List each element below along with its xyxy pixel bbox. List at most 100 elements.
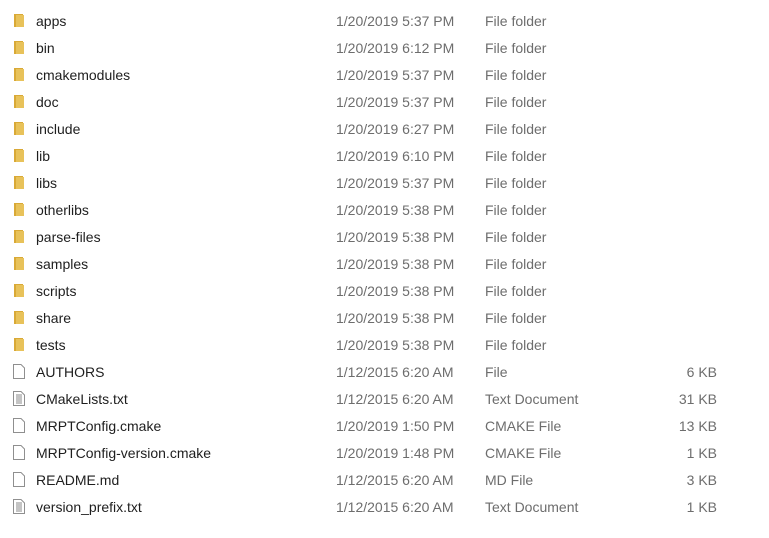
file-size: 3 KB xyxy=(686,472,717,488)
file-size: 13 KB xyxy=(678,418,717,434)
file-type: File folder xyxy=(485,121,547,137)
file-row[interactable]: bin 1/20/2019 6:12 PM File folder xyxy=(0,34,769,61)
file-name: tests xyxy=(36,337,66,353)
file-row[interactable]: share 1/20/2019 5:38 PM File folder xyxy=(0,304,769,331)
folder-icon xyxy=(13,229,25,244)
folder-icon xyxy=(13,202,25,217)
file-icon xyxy=(13,364,25,379)
file-type: Text Document xyxy=(485,499,579,515)
date-modified: 1/20/2019 1:48 PM xyxy=(336,445,455,461)
file-row[interactable]: version_prefix.txt 1/12/2015 6:20 AM Text … xyxy=(0,493,769,520)
file-size: 31 KB xyxy=(678,391,717,407)
date-modified: 1/20/2019 5:37 PM xyxy=(336,13,455,29)
file-name: parse-files xyxy=(36,229,101,245)
file-name: samples xyxy=(36,256,89,272)
file-name: bin xyxy=(36,40,55,56)
file-name: include xyxy=(36,121,81,137)
file-row[interactable]: parse-files 1/20/2019 5:38 PM File folder xyxy=(0,223,769,250)
file-type: File folder xyxy=(485,229,547,245)
file-icon xyxy=(13,445,25,460)
date-modified: 1/20/2019 6:10 PM xyxy=(336,148,455,164)
file-row[interactable]: include 1/20/2019 6:27 PM File folder xyxy=(0,115,769,142)
date-modified: 1/20/2019 5:38 PM xyxy=(336,229,455,245)
file-row[interactable]: scripts 1/20/2019 5:38 PM File folder xyxy=(0,277,769,304)
file-type: CMAKE File xyxy=(485,418,562,434)
date-modified: 1/20/2019 6:27 PM xyxy=(336,121,455,137)
file-row[interactable]: samples 1/20/2019 5:38 PM File folder xyxy=(0,250,769,277)
date-modified: 1/20/2019 5:38 PM xyxy=(336,256,455,272)
file-name: share xyxy=(36,310,72,326)
file-type: File folder xyxy=(485,94,547,110)
file-name: README.md xyxy=(36,472,120,488)
date-modified: 1/20/2019 1:50 PM xyxy=(336,418,455,434)
file-name: apps xyxy=(36,13,67,29)
folder-icon xyxy=(13,148,25,163)
file-type: File folder xyxy=(485,40,547,56)
file-type: File xyxy=(485,364,508,380)
file-size: 1 KB xyxy=(686,499,717,515)
date-modified: 1/12/2015 6:20 AM xyxy=(336,499,454,515)
folder-icon xyxy=(13,94,25,109)
date-modified: 1/12/2015 6:20 AM xyxy=(336,391,454,407)
file-row[interactable]: apps 1/20/2019 5:37 PM File folder xyxy=(0,7,769,34)
file-type: File folder xyxy=(485,310,547,326)
file-row[interactable]: cmakemodules 1/20/2019 5:37 PM File folder xyxy=(0,61,769,88)
folder-icon xyxy=(13,67,25,82)
file-name: MRPTConfig.cmake xyxy=(36,418,162,434)
file-type: MD File xyxy=(485,472,534,488)
file-type: File folder xyxy=(485,202,547,218)
file-name: libs xyxy=(36,175,58,191)
date-modified: 1/20/2019 5:38 PM xyxy=(336,337,455,353)
file-row[interactable]: MRPTConfig.cmake 1/20/2019 1:50 PM CMAKE F… xyxy=(0,412,769,439)
file-name: lib xyxy=(36,148,51,164)
folder-icon xyxy=(13,175,25,190)
folder-icon xyxy=(13,256,25,271)
file-name: CMakeLists.txt xyxy=(36,391,128,407)
file-size: 6 KB xyxy=(686,364,717,380)
folder-icon xyxy=(13,310,25,325)
text-file-icon xyxy=(13,499,25,514)
file-row[interactable]: doc 1/20/2019 5:37 PM File folder xyxy=(0,88,769,115)
file-row[interactable]: CMakeLists.txt 1/12/2015 6:20 AM Text Docu… xyxy=(0,385,769,412)
file-name: cmakemodules xyxy=(36,67,131,83)
date-modified: 1/20/2019 5:37 PM xyxy=(336,67,455,83)
date-modified: 1/20/2019 5:37 PM xyxy=(336,94,455,110)
file-row[interactable]: libs 1/20/2019 5:37 PM File folder xyxy=(0,169,769,196)
date-modified: 1/12/2015 6:20 AM xyxy=(336,364,454,380)
folder-icon xyxy=(13,13,25,28)
folder-icon xyxy=(13,337,25,352)
file-type: File folder xyxy=(485,256,547,272)
file-icon xyxy=(13,472,25,487)
file-row[interactable]: tests 1/20/2019 5:38 PM File folder xyxy=(0,331,769,358)
date-modified: 1/20/2019 5:38 PM xyxy=(336,283,455,299)
date-modified: 1/20/2019 5:37 PM xyxy=(336,175,455,191)
file-name: AUTHORS xyxy=(36,364,105,380)
file-type: File folder xyxy=(485,175,547,191)
folder-icon xyxy=(13,121,25,136)
date-modified: 1/20/2019 5:38 PM xyxy=(336,310,455,326)
file-name: MRPTConfig-version.cmake xyxy=(36,445,212,461)
file-row[interactable]: otherlibs 1/20/2019 5:38 PM File folder xyxy=(0,196,769,223)
file-list: apps 1/20/2019 5:37 PM File folder bin 1/20/… xyxy=(0,7,769,520)
file-size: 1 KB xyxy=(686,445,717,461)
file-type: File folder xyxy=(485,67,547,83)
file-type: Text Document xyxy=(485,391,579,407)
file-row[interactable]: README.md 1/12/2015 6:20 AM MD File 3 KB xyxy=(0,466,769,493)
file-name: otherlibs xyxy=(36,202,89,218)
file-type: File folder xyxy=(485,13,547,29)
date-modified: 1/20/2019 5:38 PM xyxy=(336,202,455,218)
folder-icon xyxy=(13,283,25,298)
file-row[interactable]: MRPTConfig-version.cmake 1/20/2019 1:48 P… xyxy=(0,439,769,466)
file-name: doc xyxy=(36,94,59,110)
folder-icon xyxy=(13,40,25,55)
file-type: CMAKE File xyxy=(485,445,562,461)
file-row[interactable]: AUTHORS 1/12/2015 6:20 AM File 6 KB xyxy=(0,358,769,385)
date-modified: 1/12/2015 6:20 AM xyxy=(336,472,454,488)
file-name: scripts xyxy=(36,283,77,299)
file-type: File folder xyxy=(485,148,547,164)
file-name: version_prefix.txt xyxy=(36,499,142,515)
text-file-icon xyxy=(13,391,25,406)
date-modified: 1/20/2019 6:12 PM xyxy=(336,40,455,56)
file-row[interactable]: lib 1/20/2019 6:10 PM File folder xyxy=(0,142,769,169)
file-type: File folder xyxy=(485,283,547,299)
